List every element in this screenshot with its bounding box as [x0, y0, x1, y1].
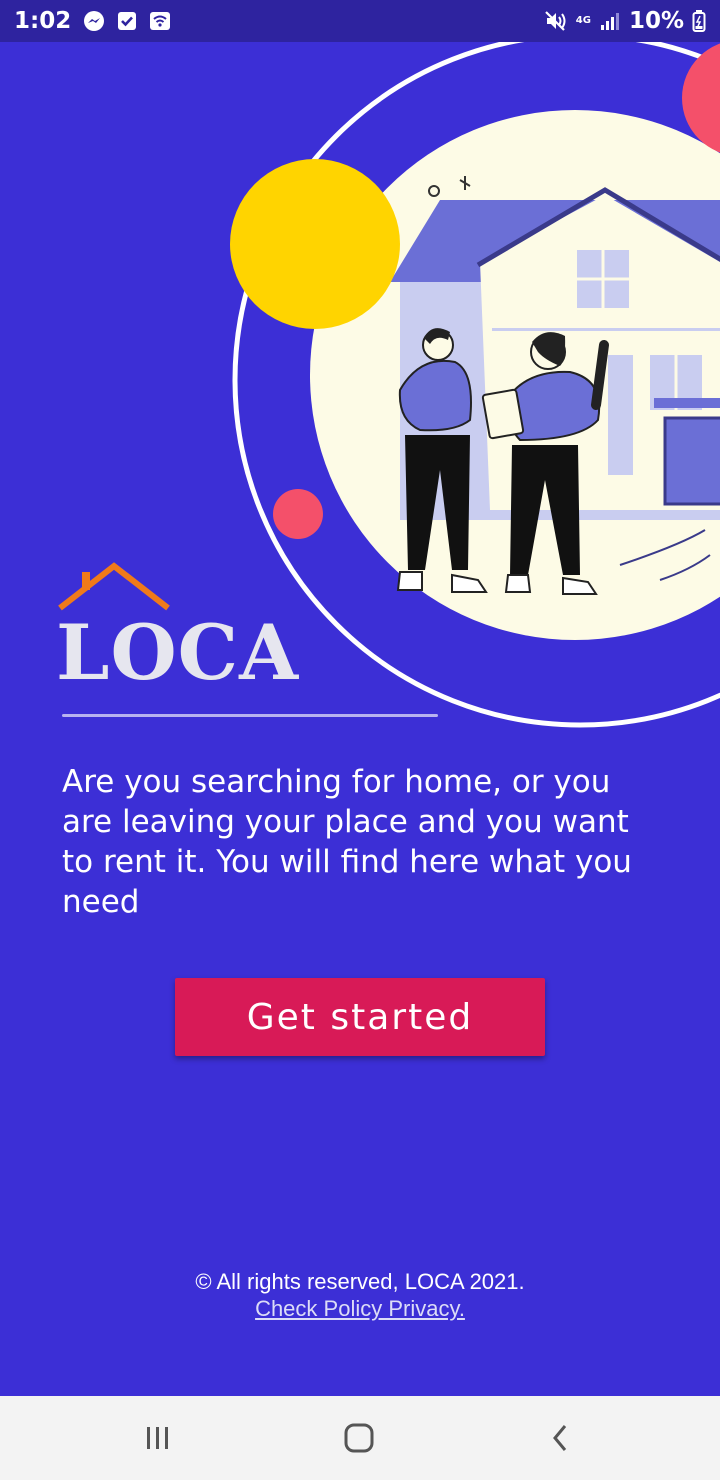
- network-type-label: 4G: [575, 15, 591, 26]
- logo-text: LOCA: [56, 608, 300, 697]
- navigation-bar: [0, 1396, 720, 1480]
- get-started-button[interactable]: Get started: [175, 978, 545, 1056]
- footer: © All rights reserved, LOCA 2021. Check …: [0, 1268, 720, 1322]
- signal-icon: [599, 11, 621, 31]
- mute-icon: [544, 10, 568, 32]
- messenger-icon: [83, 10, 105, 32]
- divider: [62, 714, 438, 717]
- privacy-policy-link[interactable]: Check Policy Privacy.: [0, 1295, 720, 1322]
- battery-percent: 10%: [628, 8, 684, 34]
- checkbox-icon: [117, 11, 137, 31]
- status-bar: 1:02 4G 10%: [0, 0, 720, 42]
- network-4g-icon: 4G: [576, 16, 591, 26]
- sign-board: [663, 416, 720, 506]
- home-icon[interactable]: [329, 1416, 389, 1460]
- copyright-text: © All rights reserved, LOCA 2021.: [195, 1269, 525, 1294]
- battery-icon: [692, 9, 706, 33]
- yellow-circle: [230, 159, 400, 329]
- welcome-screen: 1:02 4G 10% LOCA Are you searching for h…: [0, 0, 720, 1480]
- tagline-text: Are you searching for home, or you are l…: [62, 764, 632, 920]
- door: [608, 355, 633, 475]
- recent-apps-icon[interactable]: [128, 1416, 188, 1460]
- status-time: 1:02: [14, 8, 72, 34]
- loca-logo: LOCA: [56, 560, 300, 700]
- back-icon[interactable]: [530, 1416, 590, 1460]
- wifi-icon: [149, 11, 171, 31]
- pink-dot: [273, 489, 323, 539]
